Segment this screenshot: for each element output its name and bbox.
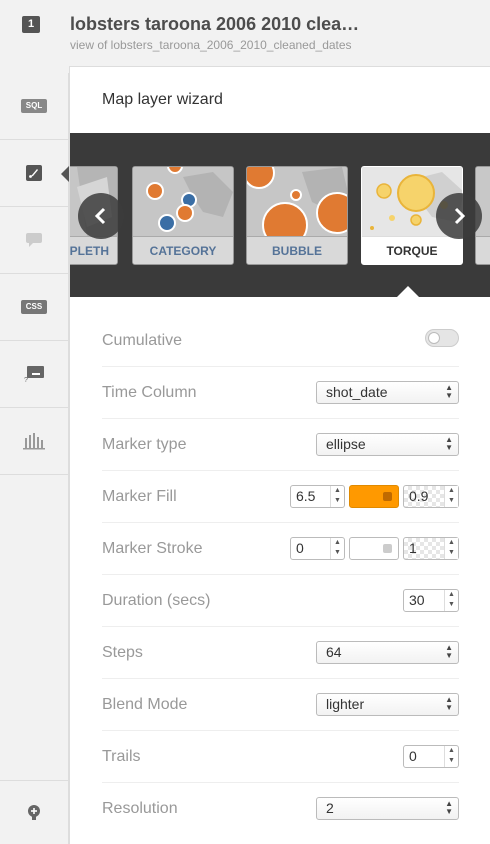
- color-dropdown-icon: [383, 544, 392, 553]
- row-resolution: Resolution 2 ▲ ▼: [102, 783, 459, 835]
- select-value: 2: [326, 800, 334, 816]
- row-blend-mode: Blend Mode lighter ▲ ▼: [102, 679, 459, 731]
- input-value: 0.9: [409, 488, 429, 504]
- blend-mode-select[interactable]: lighter ▲ ▼: [316, 693, 459, 716]
- select-arrows-icon: ▲ ▼: [445, 435, 453, 452]
- trails-input[interactable]: 0 ▲ ▼: [403, 745, 459, 768]
- row-duration: Duration (secs) 30 ▲ ▼: [102, 575, 459, 627]
- marker-stroke-label: Marker Stroke: [102, 540, 203, 557]
- category-thumbnail: [133, 167, 233, 236]
- bar-chart-icon: [23, 433, 45, 450]
- marker-fill-color-picker[interactable]: [349, 485, 399, 508]
- select-arrows-icon: ▲ ▼: [445, 799, 453, 816]
- paintbrush-icon: [26, 165, 42, 181]
- marker-stroke-width-input[interactable]: 0 ▲ ▼: [290, 537, 345, 560]
- toggle-knob: [428, 332, 440, 344]
- select-arrows-icon: ▲ ▼: [445, 695, 453, 712]
- time-column-select[interactable]: shot_date ▲ ▼: [316, 381, 459, 404]
- duration-label: Duration (secs): [102, 592, 211, 609]
- row-marker-stroke: Marker Stroke 0 ▲ ▼ 1 ▲ ▼: [102, 523, 459, 575]
- select-value: ellipse: [326, 436, 366, 452]
- add-layer-button[interactable]: [0, 780, 68, 844]
- row-steps: Steps 64 ▲ ▼: [102, 627, 459, 679]
- rail-item-css[interactable]: CSS: [0, 274, 68, 341]
- steps-select[interactable]: 64 ▲ ▼: [316, 641, 459, 664]
- stepper-arrows-icon[interactable]: ▲ ▼: [444, 590, 458, 611]
- selected-card-indicator: [397, 286, 419, 297]
- select-arrows-icon: ▲ ▼: [445, 643, 453, 660]
- viz-card-label: BUBBLE: [247, 236, 347, 264]
- layer-number-badge: 1: [22, 16, 40, 33]
- legend-icon: ?: [24, 366, 44, 383]
- rail-item-wizard[interactable]: [0, 140, 68, 207]
- svg-text:?: ?: [24, 377, 28, 383]
- rail-active-pointer: [61, 166, 69, 182]
- viz-card-category[interactable]: CATEGORY: [132, 166, 234, 265]
- viz-card-bubble[interactable]: BUBBLE: [246, 166, 348, 265]
- marker-fill-opacity-input[interactable]: 0.9 ▲ ▼: [403, 485, 459, 508]
- row-time-column: Time Column shot_date ▲ ▼: [102, 367, 459, 419]
- select-value: shot_date: [326, 384, 388, 400]
- stepper-arrows-icon[interactable]: ▲ ▼: [330, 538, 344, 559]
- viz-card-label: PLETH: [70, 236, 117, 264]
- map-layer-wizard-panel: Map layer wizard PLETH CATEGORY BUBBLE T…: [69, 66, 490, 844]
- color-dropdown-icon: [383, 492, 392, 501]
- layer-header: 1 lobsters taroona 2006 2010 clea… view …: [0, 0, 490, 66]
- rail-item-legends[interactable]: ?: [0, 341, 68, 408]
- resolution-select[interactable]: 2 ▲ ▼: [316, 797, 459, 820]
- stepper-arrows-icon[interactable]: ▲ ▼: [330, 486, 344, 507]
- chevron-right-icon: [454, 207, 466, 225]
- row-trails: Trails 0 ▲ ▼: [102, 731, 459, 783]
- stepper-arrows-icon[interactable]: ▲ ▼: [444, 746, 458, 767]
- input-value: 1: [409, 540, 417, 556]
- speech-bubble-icon: [26, 233, 42, 247]
- marker-type-select[interactable]: ellipse ▲ ▼: [316, 433, 459, 456]
- marker-stroke-color-picker[interactable]: [349, 537, 399, 560]
- stepper-arrows-icon[interactable]: ▲ ▼: [444, 538, 458, 559]
- layer-subtitle: view of lobsters_taroona_2006_2010_clean…: [70, 38, 352, 52]
- marker-fill-label: Marker Fill: [102, 488, 177, 505]
- add-layer-icon: [28, 804, 40, 820]
- layer-tools-rail: SQL CSS ?: [0, 73, 69, 844]
- layer-title[interactable]: lobsters taroona 2006 2010 clea…: [70, 14, 359, 35]
- carousel-next-button[interactable]: [436, 193, 482, 239]
- rail-item-filters[interactable]: [0, 408, 68, 475]
- marker-stroke-opacity-input[interactable]: 1 ▲ ▼: [403, 537, 459, 560]
- marker-fill-width-input[interactable]: 6.5 ▲ ▼: [290, 485, 345, 508]
- select-value: lighter: [326, 696, 365, 712]
- select-value: 64: [326, 644, 342, 660]
- sql-icon: SQL: [21, 99, 47, 113]
- torque-settings-form: Cumulative Time Column shot_date ▲ ▼ Mark…: [102, 315, 459, 835]
- visualization-carousel: PLETH CATEGORY BUBBLE TORQUE: [70, 133, 490, 297]
- viz-card-label-empty: [476, 236, 490, 264]
- row-cumulative: Cumulative: [102, 315, 459, 367]
- css-icon: CSS: [21, 300, 47, 314]
- time-column-label: Time Column: [102, 384, 197, 401]
- carousel-prev-button[interactable]: [78, 193, 124, 239]
- input-value: 0: [409, 748, 417, 764]
- select-arrows-icon: ▲ ▼: [445, 383, 453, 400]
- row-marker-type: Marker type ellipse ▲ ▼: [102, 419, 459, 471]
- bubble-thumbnail: [247, 167, 347, 248]
- row-marker-fill: Marker Fill 6.5 ▲ ▼ 0.9 ▲ ▼: [102, 471, 459, 523]
- rail-item-infowindow[interactable]: [0, 207, 68, 274]
- viz-card-label: TORQUE: [362, 236, 462, 264]
- stepper-arrows-icon[interactable]: ▲ ▼: [444, 486, 458, 507]
- resolution-label: Resolution: [102, 800, 178, 817]
- viz-card-label: CATEGORY: [133, 236, 233, 264]
- cumulative-label: Cumulative: [102, 332, 183, 349]
- chevron-left-icon: [94, 207, 106, 225]
- marker-type-label: Marker type: [102, 436, 187, 453]
- cumulative-toggle[interactable]: [425, 329, 459, 347]
- duration-input[interactable]: 30 ▲ ▼: [403, 589, 459, 612]
- input-value: 6.5: [296, 488, 316, 504]
- rail-item-sql[interactable]: SQL: [0, 73, 68, 140]
- trails-label: Trails: [102, 748, 141, 765]
- blend-mode-label: Blend Mode: [102, 696, 188, 713]
- input-value: 0: [296, 540, 304, 556]
- steps-label: Steps: [102, 644, 143, 661]
- panel-title: Map layer wizard: [102, 91, 223, 108]
- input-value: 30: [409, 592, 425, 608]
